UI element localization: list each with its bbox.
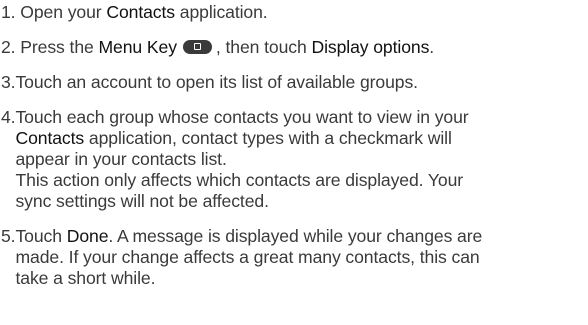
step-2-text-c: , then touch — [215, 37, 307, 57]
menu-key-icon — [182, 40, 212, 55]
menu-key-label: Menu Key — [98, 37, 178, 57]
step-5-line-2: made. If your change affects a great man… — [15, 247, 480, 267]
step-4-line-3: appear in your contacts list. — [15, 149, 227, 169]
step-4-note-line-1: This action only affects which contacts … — [15, 170, 464, 190]
step-text: Press the Menu Key , then touch Display o… — [20, 37, 582, 58]
step-number: 1. — [1, 2, 16, 22]
done-label: Done — [66, 226, 109, 246]
instruction-list: 1. Open your Contacts application. 2. Pr… — [0, 0, 588, 325]
display-options-label: Display options — [311, 37, 430, 57]
step-4-note-line-2: sync settings will not be affected. — [15, 191, 269, 211]
step-4-line-1: Touch each group whose contacts you want… — [15, 107, 469, 127]
step-3: 3. Touch an account to open its list of … — [1, 72, 588, 93]
step-number: 5. — [1, 226, 16, 246]
step-1-text-a: Open your — [20, 2, 102, 22]
step-5-line-1: Touch Done. A message is displayed while… — [15, 226, 582, 247]
step-4: 4. Touch each group whose contacts you w… — [1, 107, 588, 212]
step-4-line-2: Contacts application, contact types with… — [15, 128, 582, 149]
step-5-line-3: take a short while. — [15, 268, 156, 288]
step-2: 2. Press the Menu Key , then touch Displa… — [1, 37, 588, 58]
step-4-line-2-rest: application, contact types with a checkm… — [88, 128, 452, 148]
contacts-app-name: Contacts — [106, 2, 175, 22]
step-text: Touch an account to open its list of ava… — [15, 72, 418, 92]
step-5-text-a: Touch — [15, 226, 62, 246]
step-text: Open your Contacts application. — [20, 2, 582, 23]
step-number: 4. — [1, 107, 16, 127]
step-5: 5. Touch Done. A message is displayed wh… — [1, 226, 588, 289]
step-1: 1. Open your Contacts application. — [1, 2, 588, 23]
step-2-text-e: . — [429, 37, 435, 57]
step-number: 2. — [1, 37, 16, 57]
contacts-app-name: Contacts — [15, 128, 85, 148]
step-5-text-c: . A message is displayed while your chan… — [108, 226, 483, 246]
step-number: 3. — [1, 72, 16, 92]
step-2-text-a: Press the — [20, 37, 94, 57]
step-text: Touch Done. A message is displayed while… — [15, 226, 582, 289]
step-1-text-c: application. — [179, 2, 268, 22]
step-text: Touch each group whose contacts you want… — [15, 107, 582, 212]
